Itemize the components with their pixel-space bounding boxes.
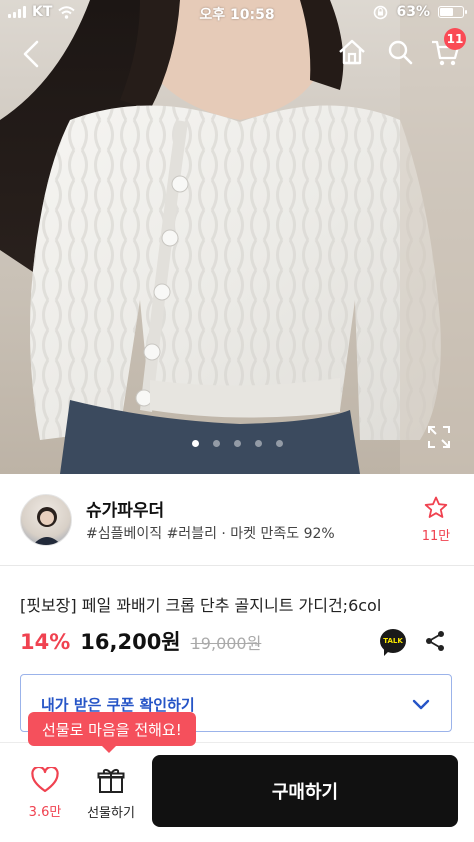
gallery-pagination <box>0 440 474 447</box>
search-icon <box>388 40 413 65</box>
gift-label: 선물하기 <box>87 806 135 821</box>
shop-tags: #심플베이직 #러블리 · 마켓 만족도 92% <box>86 526 335 542</box>
share-icon <box>426 631 444 651</box>
gift-tooltip[interactable]: 선물로 마음을 전해요! <box>28 712 196 753</box>
kakao-talk-icon[interactable]: TALK <box>380 629 406 656</box>
home-icon <box>339 39 365 65</box>
back-icon <box>23 40 39 68</box>
favorite-shop-button[interactable]: 11만 <box>418 496 454 544</box>
cart-count-badge: 11 <box>444 28 466 50</box>
shop-avatar[interactable] <box>20 494 72 546</box>
shop-info[interactable]: 슈가파우더 #심플베이직 #러블리 · 마켓 만족도 92% 11만 <box>0 474 474 566</box>
gift-button[interactable]: 선물하기 <box>80 767 142 821</box>
product-title: [핏보장] 페일 꽈배기 크롭 단추 골지니트 가디건;6col <box>20 596 382 615</box>
original-price: 19,000원 <box>190 634 262 653</box>
like-count: 3.6만 <box>28 805 62 820</box>
status-right: 63% <box>373 4 467 20</box>
share-button[interactable] <box>424 630 446 652</box>
bottom-action-bar: 3.6만 선물하기 구매하기 <box>0 743 474 842</box>
search-button[interactable] <box>384 36 416 68</box>
favorite-count: 11만 <box>421 529 451 544</box>
back-button[interactable] <box>16 36 46 72</box>
like-button[interactable]: 3.6만 <box>20 765 70 820</box>
shop-avatar-image <box>32 507 62 545</box>
sale-price: 16,200원 <box>80 630 181 654</box>
kakao-talk-label: TALK <box>383 637 403 645</box>
cart-button[interactable]: 11 <box>428 28 466 70</box>
orientation-lock-icon <box>374 5 388 19</box>
product-photo <box>0 0 474 474</box>
expand-icon <box>428 426 450 448</box>
price-row: 14% 16,200원 19,000원 <box>20 626 261 656</box>
heart-icon <box>31 765 59 793</box>
gallery-dot[interactable] <box>254 440 262 447</box>
battery-fill <box>440 8 453 16</box>
gallery-dot[interactable] <box>233 440 241 447</box>
gift-icon <box>97 768 125 793</box>
gallery-dot[interactable] <box>275 440 283 447</box>
product-image-gallery[interactable]: KT 오후 10:58 63% 11 <box>0 0 474 474</box>
buy-button[interactable]: 구매하기 <box>152 755 458 827</box>
shop-name[interactable]: 슈가파우더 <box>86 496 164 521</box>
chevron-down-icon <box>412 699 430 710</box>
battery-percent: 63% <box>396 4 430 20</box>
star-icon <box>424 496 448 518</box>
home-button[interactable] <box>336 36 368 68</box>
gallery-dot[interactable] <box>212 440 220 447</box>
expand-button[interactable] <box>426 424 452 450</box>
status-bar: KT 오후 10:58 63% <box>0 0 474 26</box>
battery-icon <box>438 6 467 18</box>
discount-rate: 14% <box>20 630 71 654</box>
gallery-dot[interactable] <box>191 440 199 447</box>
